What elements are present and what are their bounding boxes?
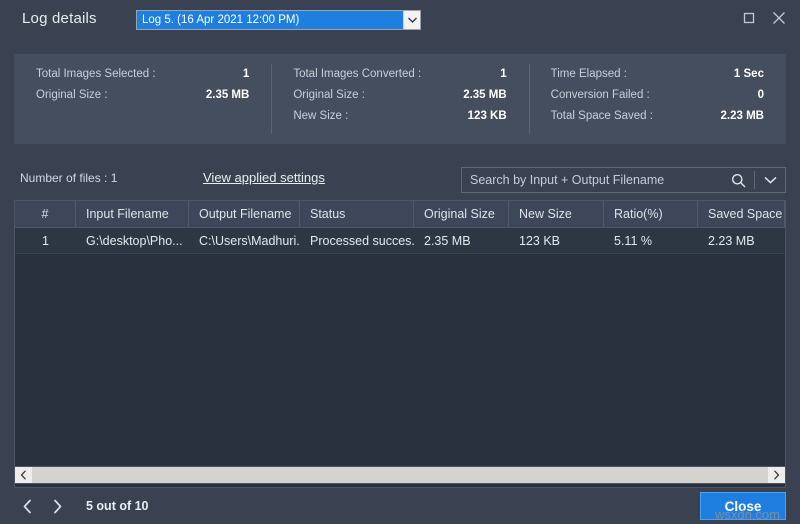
window-controls — [734, 0, 794, 36]
cell-output-filename: C:\Users\Madhuri... — [199, 233, 300, 248]
stat-row: Total Images Converted : 1 — [293, 68, 506, 80]
close-button[interactable]: Close — [700, 492, 786, 520]
stat-value: 1 Sec — [733, 68, 764, 80]
stat-row: New Size : 123 KB — [293, 110, 506, 122]
search-input[interactable] — [462, 168, 722, 192]
chevron-down-icon[interactable] — [403, 11, 420, 29]
stat-label: Time Elapsed : — [550, 68, 627, 80]
chevron-left-icon[interactable] — [14, 493, 40, 519]
cell-saved-space: 2.23 MB — [708, 233, 755, 248]
stat-row: Total Space Saved : 2.23 MB — [551, 110, 764, 122]
stat-row: Original Size : 2.35 MB — [293, 89, 506, 101]
search-bar[interactable] — [461, 167, 786, 193]
column-header-saved-space[interactable]: Saved Space — [698, 201, 785, 227]
log-files-table: # Input Filename Output Filename Status … — [14, 200, 786, 488]
cell-ratio: 5.11 % — [614, 233, 652, 248]
stat-row: Conversion Failed : 0 — [551, 89, 764, 101]
cell-original-size: 2.35 MB — [424, 233, 471, 248]
page-indicator: 5 out of 10 — [86, 499, 149, 513]
stat-row: Total Images Selected : 1 — [36, 68, 249, 80]
stat-value: 2.23 MB — [720, 110, 764, 122]
column-header-input-filename[interactable]: Input Filename — [76, 201, 189, 227]
table-toolbar: Number of files : 1 View applied setting… — [0, 160, 800, 200]
stat-label: Total Images Selected : — [36, 68, 156, 80]
maximize-icon[interactable] — [734, 4, 764, 32]
column-header-original-size[interactable]: Original Size — [414, 201, 509, 227]
search-icon[interactable] — [722, 168, 754, 192]
stat-value: 123 KB — [467, 110, 507, 122]
stat-value: 2.35 MB — [205, 89, 250, 101]
stat-value: 2.35 MB — [463, 89, 507, 101]
stats-column-summary: Time Elapsed : 1 Sec Conversion Failed :… — [528, 54, 786, 144]
files-count-label: Number of files : 1 — [20, 171, 118, 185]
log-selector-value: Log 5. (16 Apr 2021 12:00 PM) — [137, 11, 403, 29]
stat-label: Total Space Saved : — [550, 110, 653, 122]
close-icon[interactable] — [764, 4, 794, 32]
table-row[interactable]: 1 G:\desktop\Pho... C:\Users\Madhuri... … — [15, 228, 785, 254]
stat-row: Time Elapsed : 1 Sec — [551, 68, 764, 80]
column-header-output-filename[interactable]: Output Filename — [189, 201, 300, 227]
cell-new-size: 123 KB — [519, 233, 561, 248]
stat-label: Total Images Converted : — [293, 68, 422, 80]
stat-label: Original Size : — [36, 89, 108, 101]
stat-value: 0 — [757, 89, 764, 101]
cell-status: Processed succes... — [310, 233, 414, 248]
chevron-right-icon[interactable] — [768, 467, 785, 483]
stat-label: Conversion Failed : — [550, 89, 650, 101]
stat-value: 1 — [242, 68, 250, 80]
summary-stats-panel: Total Images Selected : 1 Original Size … — [14, 54, 786, 144]
cell-input-filename: G:\desktop\Pho... — [86, 233, 183, 248]
table-header-row: # Input Filename Output Filename Status … — [15, 201, 785, 228]
view-applied-settings-link[interactable]: View applied settings — [203, 170, 325, 185]
footer-bar: 5 out of 10 Close wsxdn.com — [0, 488, 800, 524]
cell-index: 1 — [42, 233, 49, 248]
stat-row: Original Size : 2.35 MB — [36, 89, 249, 101]
column-header-ratio[interactable]: Ratio(%) — [604, 201, 698, 227]
column-header-new-size[interactable]: New Size — [509, 201, 604, 227]
table-body: 1 G:\desktop\Pho... C:\Users\Madhuri... … — [15, 228, 785, 487]
stat-label: Original Size : — [293, 89, 365, 101]
stats-column-selected: Total Images Selected : 1 Original Size … — [14, 54, 271, 144]
column-header-status[interactable]: Status — [300, 201, 414, 227]
title-bar: Log details Log 5. (16 Apr 2021 12:00 PM… — [0, 0, 800, 36]
page-title: Log details — [22, 9, 97, 27]
chevron-down-icon[interactable] — [755, 168, 785, 192]
horizontal-scrollbar[interactable] — [14, 466, 786, 484]
pagination-controls: 5 out of 10 — [14, 493, 149, 519]
scrollbar-track[interactable] — [32, 467, 768, 483]
log-selector-dropdown[interactable]: Log 5. (16 Apr 2021 12:00 PM) — [136, 10, 421, 30]
column-header-index[interactable]: # — [15, 201, 76, 227]
stats-column-converted: Total Images Converted : 1 Original Size… — [271, 54, 528, 144]
stat-label: New Size : — [293, 110, 349, 122]
chevron-right-icon[interactable] — [44, 493, 70, 519]
stat-value: 1 — [500, 68, 507, 80]
chevron-left-icon[interactable] — [15, 467, 32, 483]
log-details-window: Log details Log 5. (16 Apr 2021 12:00 PM… — [0, 0, 800, 524]
